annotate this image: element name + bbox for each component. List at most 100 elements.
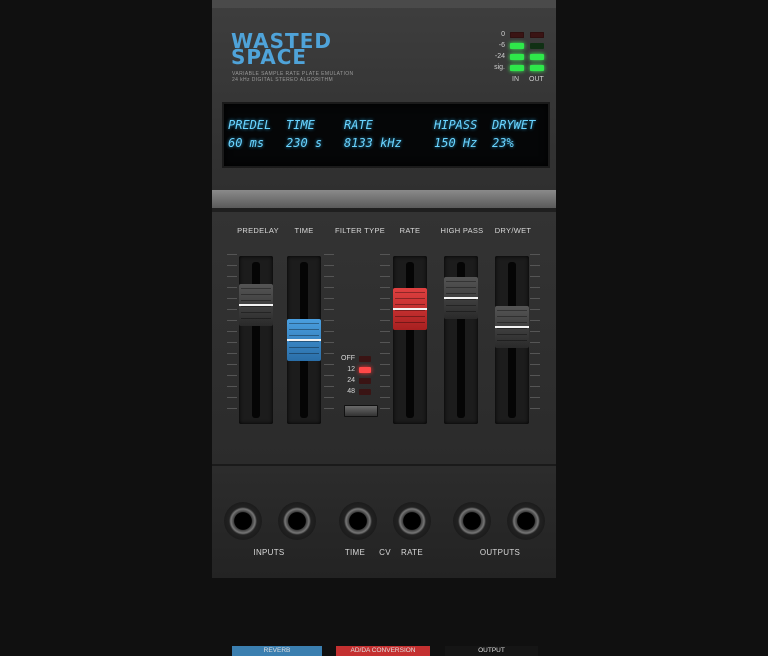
slider-grip-line [497,334,527,335]
slider-tick [380,287,390,288]
slider-grip-line [395,298,425,299]
slider-grip-line [241,294,271,295]
filter-option-led [359,378,371,384]
predelay-label: PREDELAY [237,226,279,235]
slider-grip-line [497,310,527,311]
meter-out-led [530,54,544,60]
slider-tick [324,287,334,288]
rate-label: RATE [399,226,421,235]
slider-tick [380,342,390,343]
slider-tick [380,254,390,255]
metal-rail [212,190,556,208]
lcd-display: PREDEL TIME RATE HIPASS DRYWET 60 ms 230… [222,102,550,168]
meter-out-led [530,32,544,38]
slider-tick [530,364,540,365]
slider-tick [530,331,540,332]
output-jack-left[interactable] [453,502,491,540]
filter-option-label: 12 [347,366,355,373]
output-jack-right[interactable] [507,502,545,540]
slider-tick [530,397,540,398]
predelay-slider-track[interactable] [239,256,273,424]
slider-grip-line [395,310,425,311]
high-pass-slider-handle[interactable] [444,277,478,319]
controls-section: PREDELAY TIME FILTER TYPE RATE HIGH PASS… [212,212,556,656]
high-pass-label: HIGH PASS [440,226,484,235]
slider-tick [380,320,390,321]
dry-wet-slider-track[interactable] [495,256,529,424]
rate-slider-handle[interactable] [393,288,427,330]
time-slider-handle[interactable] [287,319,321,361]
slider-tick [380,276,390,277]
rate-cv-label: RATE [401,548,423,557]
meter-row: -24 [480,52,550,62]
slider-tick [227,353,237,354]
section-reverb: REVERB [232,646,322,656]
slider-tick [530,320,540,321]
slider-tick [530,342,540,343]
subtitle-line-2: 24 kHz DIGITAL STEREO ALGORITHM [232,77,334,83]
filter-option-24[interactable]: 24 [337,376,387,386]
slider-tick [227,309,237,310]
meter-label: -6 [498,42,505,49]
filter-option-led [359,367,371,373]
slider-indicator-line [495,326,529,328]
meter-out-label: OUT [529,76,544,83]
display-header-predel: PREDEL [228,118,272,132]
slider-tick [227,364,237,365]
high-pass-slider-track[interactable] [444,256,478,424]
rate-slider-track[interactable] [393,256,427,424]
input-jack-left[interactable] [224,502,262,540]
slider-grip-line [241,306,271,307]
filter-type-label: FILTER TYPE [334,226,386,235]
slider-tick [530,408,540,409]
slider-grip-line [395,292,425,293]
time-cv-jack[interactable] [339,502,377,540]
slider-tick [530,309,540,310]
time-label: TIME [294,226,314,235]
outputs-label: OUTPUTS [479,548,521,557]
filter-option-label: 24 [347,377,355,384]
slider-tick [227,265,237,266]
slider-grip-line [446,287,476,288]
filter-option-48[interactable]: 48 [337,387,387,397]
slider-tick [227,298,237,299]
slider-tick [324,309,334,310]
slider-indicator-line [239,304,273,306]
slider-grip-line [241,318,271,319]
input-jack-right[interactable] [278,502,316,540]
section-adda-label: AD/DA CONVERSION [350,647,416,654]
meter-out-led [530,43,544,49]
slider-tick [227,397,237,398]
meter-label: 0 [501,31,505,38]
slider-grip-line [289,329,319,330]
slider-tick [324,375,334,376]
level-meters: 0 -6 -24 sig. IN OUT [480,30,550,86]
slider-tick [380,331,390,332]
slider-tick [227,320,237,321]
slider-tick [530,298,540,299]
filter-type-button[interactable] [344,405,378,417]
dry-wet-slider-handle[interactable] [495,306,529,348]
predelay-slider-handle[interactable] [239,284,273,326]
slider-tick [530,276,540,277]
filter-option-label: 48 [347,388,355,395]
display-header-drywet: DRYWET [492,118,536,132]
rate-cv-jack[interactable] [393,502,431,540]
slider-tick [324,397,334,398]
time-slider-track[interactable] [287,256,321,424]
display-header-rate: RATE [344,118,373,132]
slider-grip-line [497,328,527,329]
slider-tick [227,254,237,255]
slider-tick [324,298,334,299]
display-header-time: TIME [286,118,315,132]
filter-option-off[interactable]: OFF [337,354,387,364]
slider-tick [530,375,540,376]
time-ticks [324,254,334,412]
slider-tick [380,408,390,409]
slider-indicator-line [287,339,321,341]
meter-row: -6 [480,41,550,51]
slider-tick [324,254,334,255]
slider-tick [380,309,390,310]
filter-option-12[interactable]: 12 [337,365,387,375]
meter-out-led [530,65,544,71]
